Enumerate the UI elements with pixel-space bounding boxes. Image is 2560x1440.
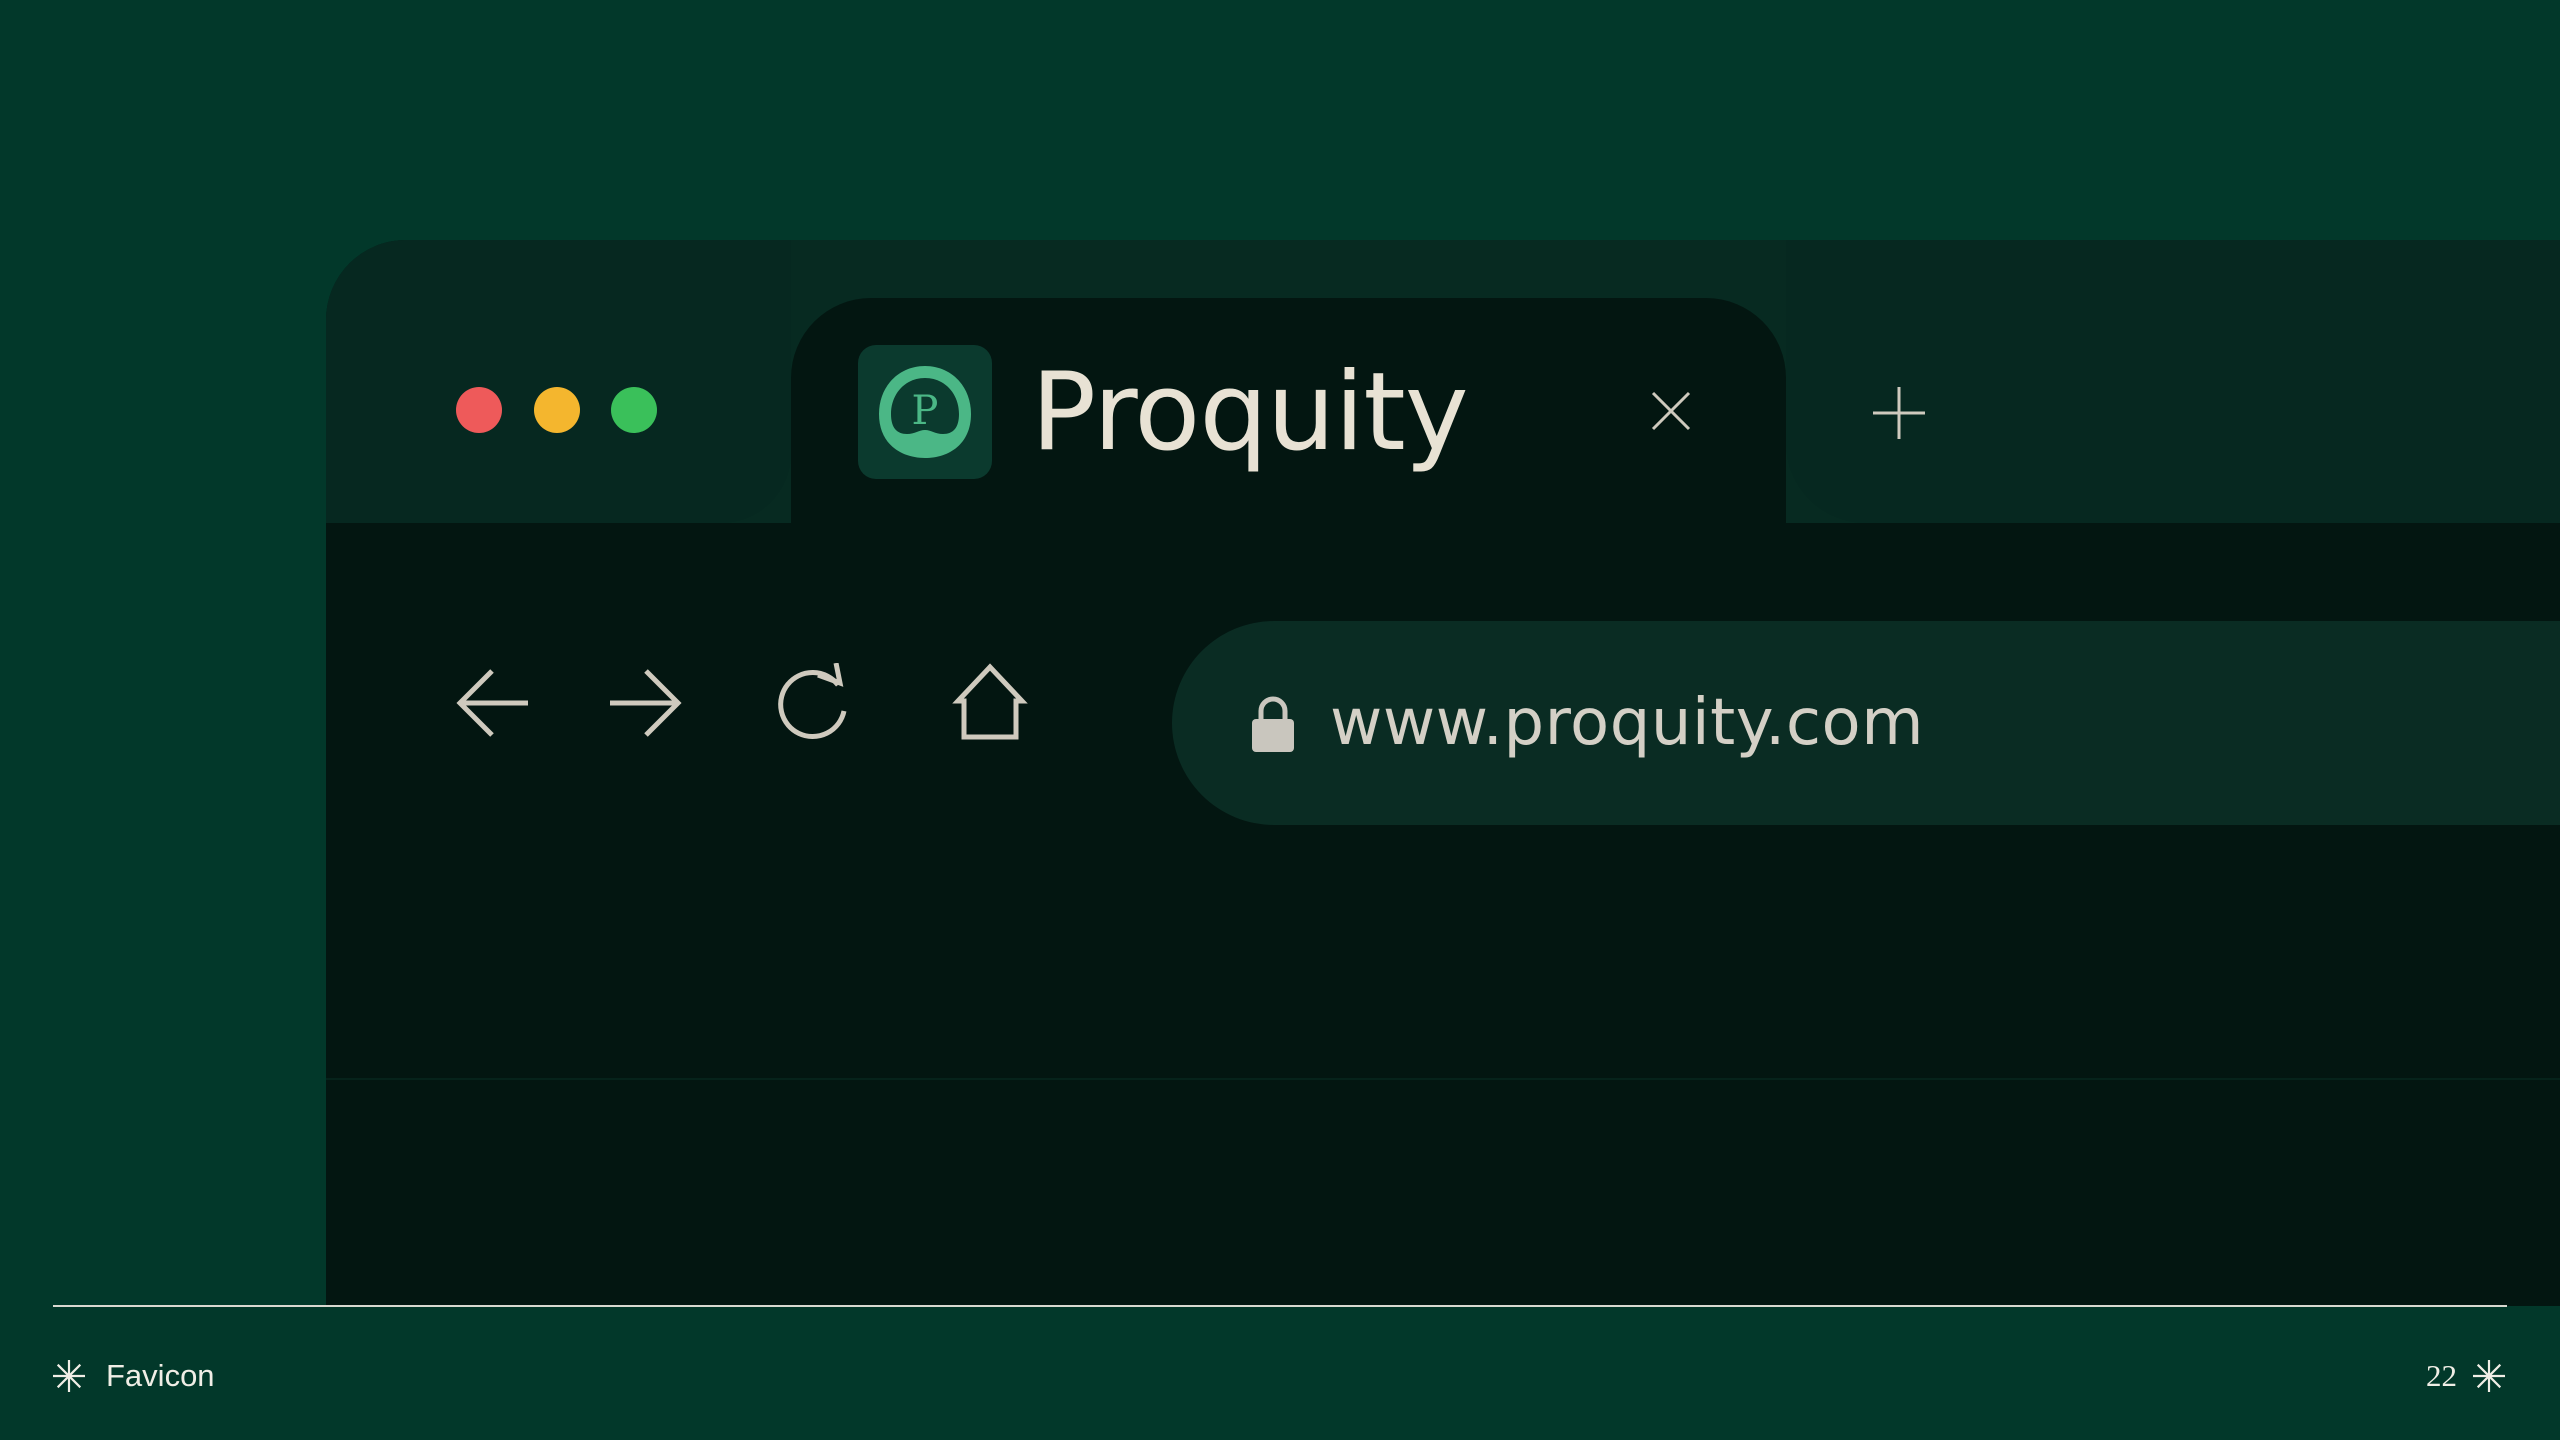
- section-label: Favicon: [106, 1358, 215, 1393]
- window-minimize-button[interactable]: [534, 387, 580, 433]
- page-number: 22: [2426, 1358, 2457, 1393]
- toolbar-divider: [326, 1078, 2560, 1080]
- footer-divider: [53, 1305, 2507, 1307]
- window-maximize-button[interactable]: [611, 387, 657, 433]
- arrow-right-icon[interactable]: [604, 663, 684, 743]
- home-icon[interactable]: [950, 663, 1030, 743]
- arrow-left-icon[interactable]: [454, 663, 534, 743]
- plus-icon[interactable]: [1871, 385, 1927, 441]
- close-icon[interactable]: [1646, 386, 1696, 436]
- reload-icon[interactable]: [774, 663, 854, 743]
- tab-strip-left: [326, 240, 791, 523]
- favicon: P: [858, 345, 992, 479]
- url-text: www.proquity.com: [1330, 686, 1925, 760]
- slide: P Proquity www.proquity.com Favicon 22: [0, 0, 2560, 1440]
- address-bar[interactable]: www.proquity.com: [1172, 621, 2560, 825]
- browser-window: P Proquity www.proquity.com: [326, 240, 2560, 1306]
- tab-strip-right: [1786, 240, 2560, 523]
- proquity-logo-icon: P: [879, 366, 971, 458]
- asterisk-icon: [2473, 1360, 2505, 1392]
- active-tab[interactable]: P Proquity: [791, 298, 1786, 523]
- tab-title: Proquity: [1031, 350, 1469, 475]
- svg-text:P: P: [912, 388, 939, 434]
- lock-icon: [1252, 696, 1294, 752]
- tab-strip: P Proquity: [326, 240, 2560, 523]
- window-close-button[interactable]: [456, 387, 502, 433]
- browser-toolbar: www.proquity.com: [326, 523, 2560, 1078]
- asterisk-icon: [53, 1360, 85, 1392]
